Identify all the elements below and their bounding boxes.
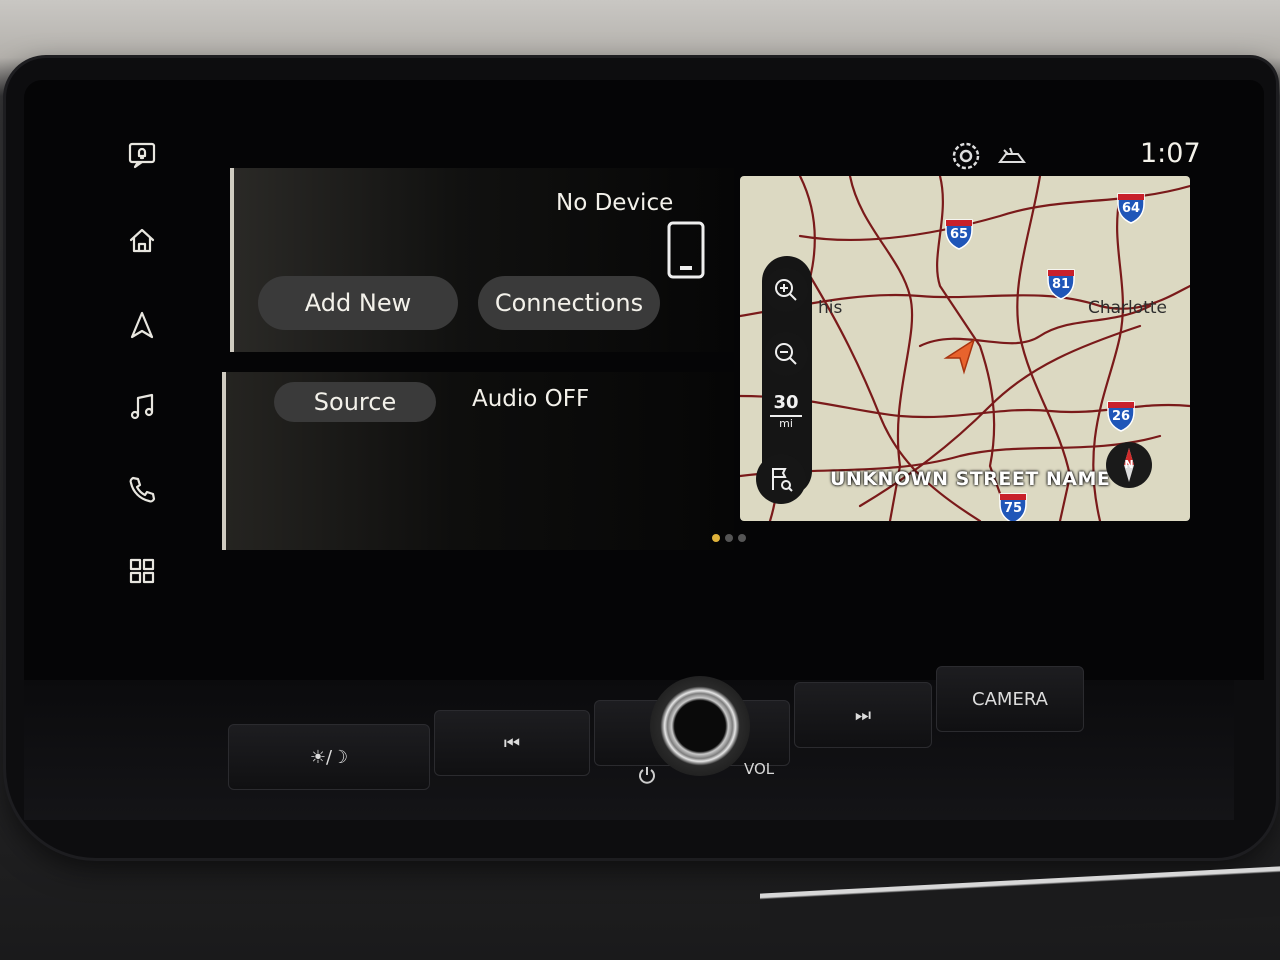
scale-value: 30: [773, 392, 799, 413]
vehicle-status-icon[interactable]: [996, 140, 1028, 172]
navigation-icon[interactable]: [112, 300, 172, 350]
map-widget[interactable]: his Charlotte 65 64 81 26 75 30 mi UNKNO…: [740, 176, 1190, 521]
zoom-out-icon: [775, 343, 797, 365]
vehicle-position-arrow-icon: [943, 338, 976, 375]
smartphone-icon: [667, 221, 705, 279]
map-scale: 30 mi: [764, 392, 808, 430]
page-dot[interactable]: [738, 534, 746, 542]
music-icon[interactable]: [112, 382, 172, 432]
phone-icon[interactable]: [112, 464, 172, 514]
add-new-button[interactable]: Add New: [258, 276, 458, 330]
current-street-name: UNKNOWN STREET NAME: [830, 468, 1111, 490]
page-dot[interactable]: [712, 534, 720, 542]
day-night-button[interactable]: ☀/☽: [228, 724, 430, 790]
interstate-shield: 81: [1046, 268, 1076, 300]
zoom-in-icon: [775, 279, 797, 301]
compass-button[interactable]: N: [1106, 442, 1152, 488]
settings-gear-icon[interactable]: [950, 140, 982, 172]
scale-unit: mi: [770, 415, 802, 430]
city-label-right: Charlotte: [1088, 298, 1167, 318]
interstate-shield: 26: [1106, 400, 1136, 432]
interstate-shield: 75: [998, 492, 1028, 521]
sidebar: [112, 130, 172, 600]
dashboard-vent: [760, 866, 1280, 944]
page-indicator: [712, 534, 746, 542]
interstate-shield: 65: [944, 218, 974, 250]
next-track-button[interactable]: ⏭: [794, 682, 932, 748]
apps-grid-icon[interactable]: [112, 546, 172, 596]
interstate-shield: 64: [1116, 192, 1146, 224]
zoom-in-button[interactable]: [764, 268, 808, 312]
device-status: No Device: [556, 190, 674, 216]
camera-button[interactable]: CAMERA: [936, 666, 1084, 732]
connections-button[interactable]: Connections: [478, 276, 660, 330]
city-label-left: his: [818, 298, 843, 318]
home-icon[interactable]: [112, 216, 172, 266]
volume-label: VOL: [744, 760, 775, 778]
zoom-out-button[interactable]: [764, 332, 808, 376]
clock: 1:07: [1140, 138, 1201, 169]
compass-label: N: [1124, 458, 1134, 471]
power-icon: [639, 767, 655, 784]
audio-status: Audio OFF: [472, 386, 590, 412]
volume-power-knob[interactable]: [650, 676, 750, 776]
source-button[interactable]: Source: [274, 382, 436, 422]
destination-search-button[interactable]: [756, 454, 806, 504]
notification-icon[interactable]: [112, 130, 172, 180]
previous-track-button[interactable]: ⏮: [434, 710, 590, 776]
flag-search-icon: [772, 468, 793, 492]
page-dot[interactable]: [725, 534, 733, 542]
